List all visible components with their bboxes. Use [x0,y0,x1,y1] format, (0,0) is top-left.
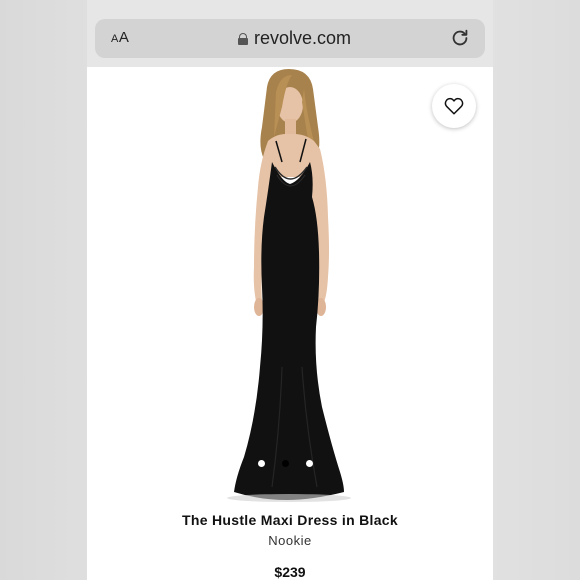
lock-icon [238,32,248,45]
gallery-dots [258,460,313,467]
url-display[interactable]: revolve.com [238,28,351,49]
address-bar[interactable]: AA revolve.com [95,19,485,58]
gallery-dot-3[interactable] [306,460,313,467]
text-size-large-label: A [118,29,130,46]
url-text: revolve.com [254,28,352,48]
reload-icon[interactable] [449,27,471,49]
browser-top-bar: AA revolve.com [87,0,493,67]
product-name: The Hustle Maxi Dress in Black [182,512,398,528]
product-page: The Hustle Maxi Dress in Black Nookie $2… [87,67,493,580]
product-brand[interactable]: Nookie [87,533,493,548]
phone-screen: AA revolve.com The Hustle Maxi Dress in … [87,0,493,580]
text-size-button[interactable]: AA [111,29,129,46]
gallery-dot-1[interactable] [258,460,265,467]
product-image[interactable] [182,67,392,502]
product-price: $239 [274,564,306,580]
gallery-dot-2[interactable] [282,460,289,467]
heart-icon [444,97,464,115]
wishlist-button[interactable] [432,84,476,128]
text-size-small-label: A [111,33,119,45]
